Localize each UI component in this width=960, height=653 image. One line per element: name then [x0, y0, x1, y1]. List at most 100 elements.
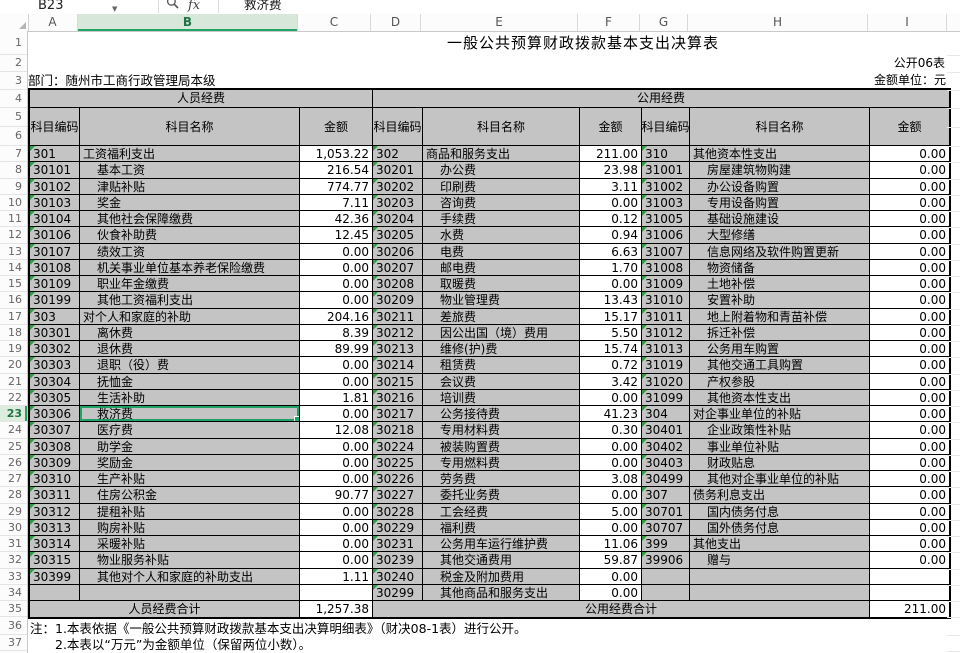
cell-code[interactable]: 30309 [30, 455, 80, 471]
cell-amount[interactable]: 0.00 [870, 211, 949, 227]
cell-amount[interactable]: 15.74 [580, 341, 642, 357]
cell-code[interactable]: 30707 [642, 520, 690, 536]
cell-code[interactable]: 30106 [30, 227, 80, 243]
cell-code[interactable]: 31020 [642, 374, 690, 390]
cell-name[interactable]: 其他交通费用 [423, 552, 580, 568]
cell-name[interactable]: 退职（役）费 [80, 357, 300, 373]
cell-name[interactable]: 购房补贴 [80, 520, 300, 536]
column-header-B[interactable]: B [78, 14, 298, 31]
row-header-24[interactable]: 24 [0, 422, 27, 438]
cell-code[interactable]: 30213 [373, 341, 423, 357]
cell-name[interactable]: 退休费 [80, 341, 300, 357]
cell-code[interactable]: 30402 [642, 439, 690, 455]
cell-name[interactable]: 工会经费 [423, 504, 580, 520]
cell-code[interactable]: 30311 [30, 487, 80, 503]
cell-name[interactable]: 信息网络及软件购置更新 [690, 244, 870, 260]
total-label-public[interactable]: 公用经费合计 [373, 601, 870, 617]
total-value-personnel[interactable]: 1,257.38 [300, 601, 373, 617]
cell-code[interactable]: 31099 [642, 390, 690, 406]
cell-code[interactable]: 30401 [642, 422, 690, 438]
row-header-14[interactable]: 14 [0, 260, 27, 276]
row-header-29[interactable]: 29 [0, 504, 27, 520]
cell-amount[interactable]: 0.12 [580, 211, 642, 227]
cell-amount[interactable]: 0.00 [300, 536, 373, 552]
cell-name[interactable]: 国外债务付息 [690, 520, 870, 536]
cell-code[interactable]: 39906 [642, 552, 690, 568]
cell-amount[interactable]: 0.72 [580, 357, 642, 373]
row-header-31[interactable]: 31 [0, 536, 27, 552]
cell-name[interactable] [690, 569, 870, 585]
cell-amount[interactable]: 0.00 [580, 520, 642, 536]
cell-amount[interactable]: 0.00 [300, 374, 373, 390]
cell-amount[interactable]: 12.45 [300, 227, 373, 243]
row-header-25[interactable]: 25 [0, 439, 27, 455]
cell-code[interactable]: 30225 [373, 455, 423, 471]
cell-amount[interactable]: 89.99 [300, 341, 373, 357]
cell-name[interactable]: 其他资本性支出 [690, 146, 870, 162]
cell-amount[interactable]: 11.06 [580, 536, 642, 552]
cell-amount[interactable]: 6.63 [580, 244, 642, 260]
cell-code[interactable]: 31006 [642, 227, 690, 243]
header-subject-name[interactable]: 科目名称 [423, 108, 580, 146]
header-amount[interactable]: 金额 [580, 108, 642, 146]
cell-code[interactable]: 30229 [373, 520, 423, 536]
cell-code[interactable]: 30209 [373, 292, 423, 308]
cell-amount[interactable]: 0.00 [870, 422, 949, 438]
cell-code[interactable]: 30108 [30, 260, 80, 276]
row-header-22[interactable]: 22 [0, 390, 27, 406]
cell-name[interactable] [690, 585, 870, 601]
cell-name[interactable]: 住房公积金 [80, 487, 300, 503]
cell-amount[interactable]: 0.00 [300, 520, 373, 536]
cell-code[interactable]: 30103 [30, 195, 80, 211]
cell-name[interactable]: 对企事业单位的补贴 [690, 406, 870, 422]
cell-code[interactable]: 30212 [373, 325, 423, 341]
cell-name[interactable]: 伙食补助费 [80, 227, 300, 243]
name-box[interactable]: B23 [38, 0, 63, 13]
form-code-cell[interactable]: 公开06表 [868, 55, 947, 72]
cell-amount[interactable]: 0.00 [870, 552, 949, 568]
cell-amount[interactable]: 42.36 [300, 211, 373, 227]
cell-name[interactable]: 手续费 [423, 211, 580, 227]
cell-code[interactable]: 30202 [373, 179, 423, 195]
cell-amount[interactable]: 12.08 [300, 422, 373, 438]
cell-amount[interactable]: 3.42 [580, 374, 642, 390]
total-label-personnel[interactable]: 人员经费合计 [30, 601, 300, 617]
cell-code[interactable]: 399 [642, 536, 690, 552]
cell-code[interactable]: 31007 [642, 244, 690, 260]
cell-amount[interactable]: 0.00 [580, 455, 642, 471]
cell-name[interactable]: 因公出国（境）费用 [423, 325, 580, 341]
cell-name[interactable]: 离休费 [80, 325, 300, 341]
cell-code[interactable]: 30215 [373, 374, 423, 390]
cell-code[interactable]: 310 [642, 146, 690, 162]
cell-amount[interactable]: 0.94 [580, 227, 642, 243]
cell-name[interactable]: 其他交通工具购置 [690, 357, 870, 373]
cell-amount[interactable]: 0.00 [580, 569, 642, 585]
cell-code[interactable]: 30308 [30, 439, 80, 455]
cell-code[interactable]: 30299 [373, 585, 423, 601]
cell-code[interactable]: 30239 [373, 552, 423, 568]
cell-name[interactable]: 劳务费 [423, 471, 580, 487]
row-header-16[interactable]: 16 [0, 292, 27, 308]
cell-code[interactable]: 30231 [373, 536, 423, 552]
cell-name[interactable]: 生产补贴 [80, 471, 300, 487]
cell-code[interactable]: 31013 [642, 341, 690, 357]
row-header-10[interactable]: 10 [0, 195, 27, 211]
cell-amount[interactable]: 0.00 [870, 162, 949, 178]
cell-name[interactable]: 财政贴息 [690, 455, 870, 471]
cell-amount[interactable]: 3.11 [580, 179, 642, 195]
cell-amount[interactable]: 0.00 [870, 406, 949, 422]
cell-code[interactable]: 304 [642, 406, 690, 422]
cell-code[interactable]: 30201 [373, 162, 423, 178]
cell-name[interactable]: 津贴补贴 [80, 179, 300, 195]
cell-amount[interactable]: 8.39 [300, 325, 373, 341]
cell-code[interactable]: 30301 [30, 325, 80, 341]
fx-icon[interactable]: fx [188, 0, 200, 13]
cell-amount[interactable]: 0.00 [870, 146, 949, 162]
cell-name[interactable]: 会议费 [423, 374, 580, 390]
cell-name[interactable]: 福利费 [423, 520, 580, 536]
cell-name[interactable]: 商品和服务支出 [423, 146, 580, 162]
cell-amount[interactable]: 7.11 [300, 195, 373, 211]
cell-name[interactable]: 物资储备 [690, 260, 870, 276]
row-header-18[interactable]: 18 [0, 325, 27, 341]
cell-amount[interactable]: 0.00 [870, 504, 949, 520]
